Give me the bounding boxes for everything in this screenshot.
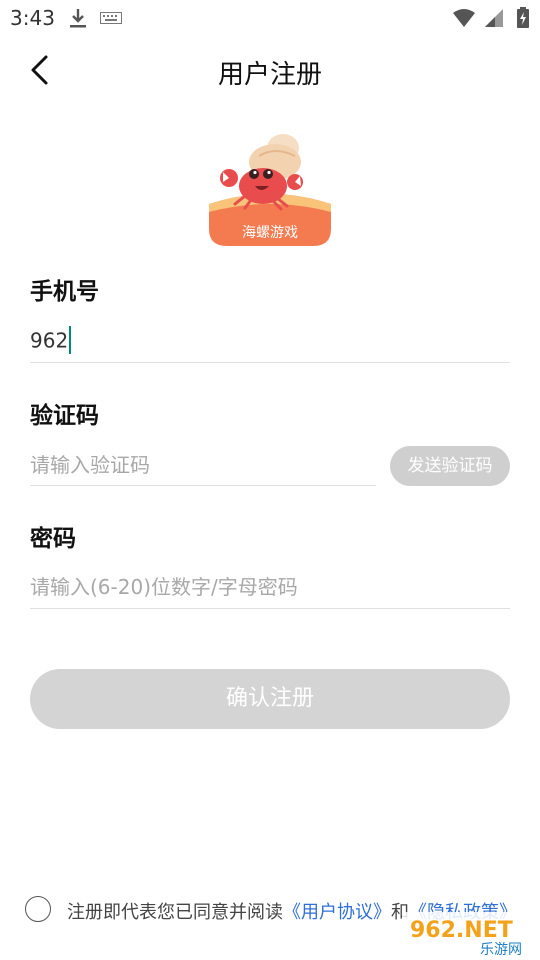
page-title: 用户注册 [217, 60, 322, 90]
keyboard-icon [100, 12, 122, 24]
confirm-register-button[interactable]: 确认注册 [30, 669, 510, 729]
password-input[interactable] [30, 572, 510, 602]
agreement-prefix: 注册即代表您已同意并阅读 [67, 902, 283, 923]
send-code-button[interactable]: 发送验证码 [390, 446, 510, 486]
code-label: 验证码 [30, 403, 99, 429]
code-underline [30, 485, 376, 486]
logo-text: 海螺游戏 [242, 225, 298, 241]
wifi-icon [452, 9, 475, 27]
watermark-brand: 962.NET [410, 918, 513, 943]
text-caret [69, 326, 72, 354]
password-underline [30, 608, 510, 609]
battery-icon [517, 7, 529, 28]
cell-signal-icon [484, 9, 503, 27]
download-icon [70, 9, 86, 28]
phone-underline [30, 362, 510, 363]
agree-radio[interactable] [25, 896, 51, 922]
phone-input[interactable]: 962 [30, 326, 72, 356]
password-label: 密码 [30, 526, 76, 552]
watermark-sub: 乐游网 [480, 942, 522, 958]
status-bar: 3:43 [0, 0, 540, 36]
status-time: 3:43 [10, 6, 55, 30]
status-icons [452, 7, 530, 29]
phone-value: 962 [30, 328, 69, 353]
watermark-logo: 962.NET 乐游网 [402, 912, 536, 958]
phone-label: 手机号 [30, 279, 99, 305]
code-input[interactable] [30, 450, 370, 480]
user-agreement-link[interactable]: 《用户协议》 [283, 902, 391, 923]
app-logo: 海螺游戏 [209, 134, 331, 246]
